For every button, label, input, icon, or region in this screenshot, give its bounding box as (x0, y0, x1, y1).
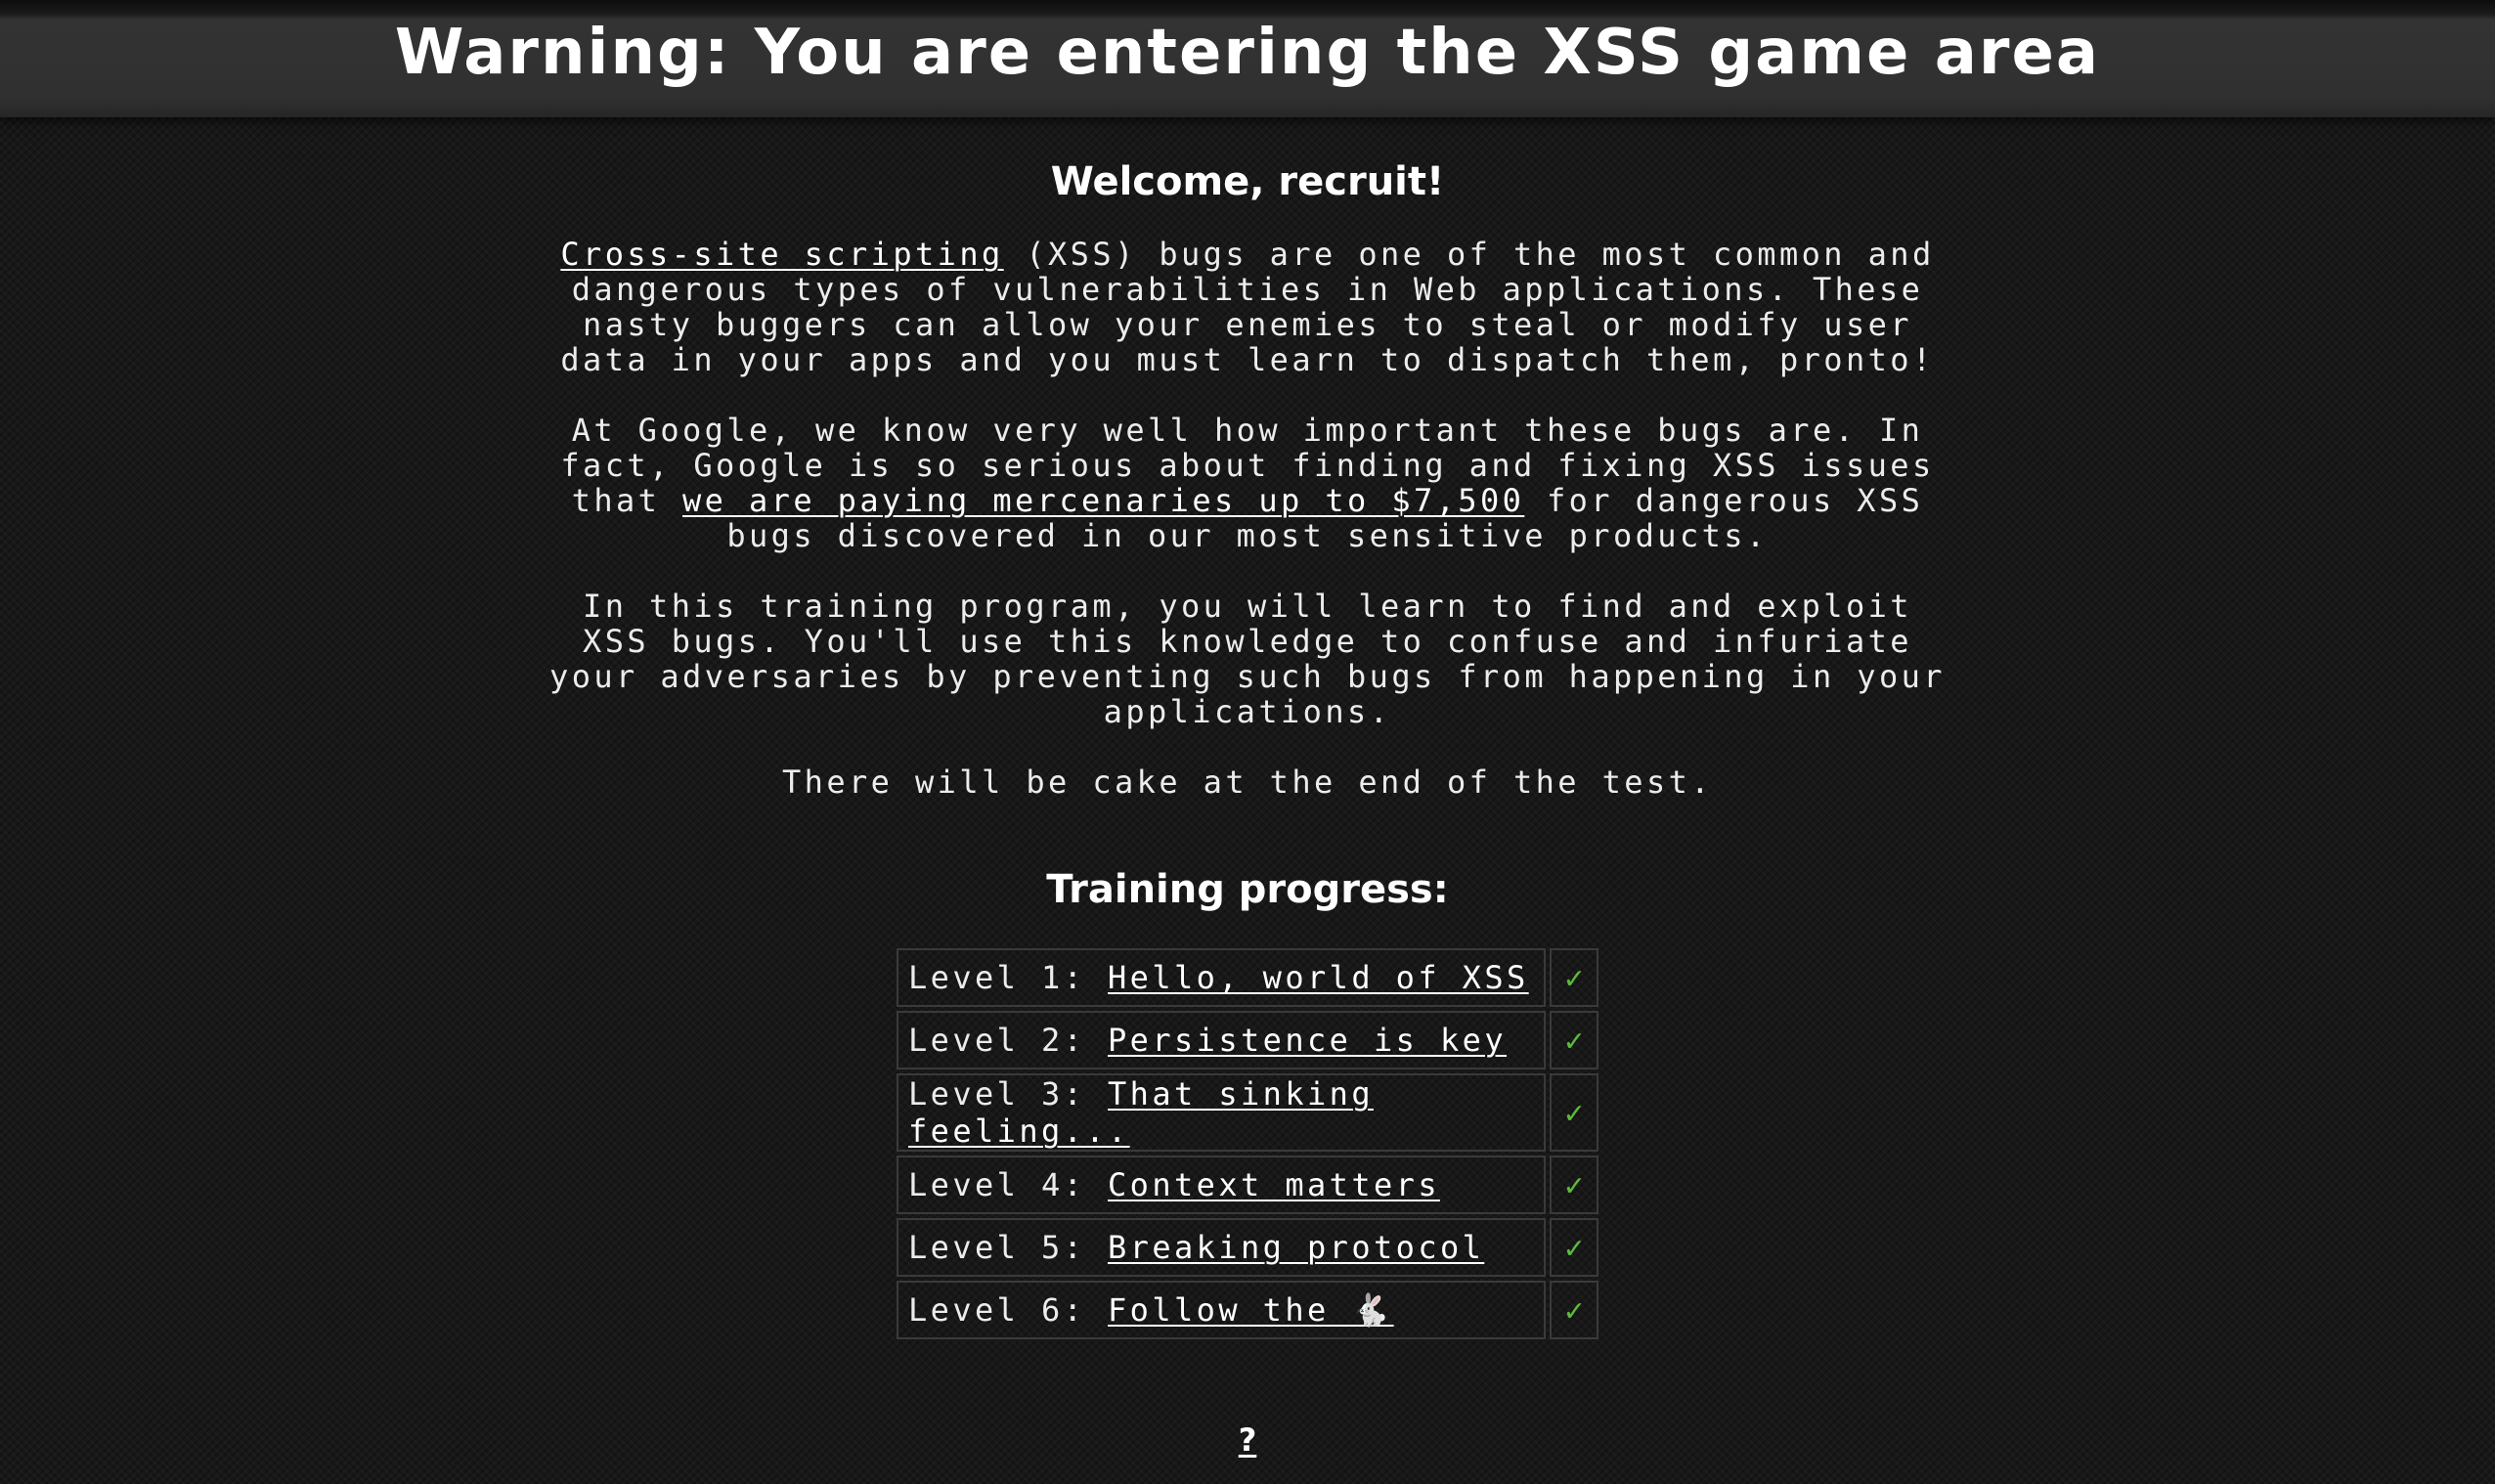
intro-paragraph-4: There will be cake at the end of the tes… (782, 764, 1713, 801)
intro-text: Cross-site scripting (XSS) bugs are one … (539, 237, 1956, 800)
level-prefix: Level 1: (908, 959, 1108, 996)
level-cell: Level 3: That sinking feeling... (897, 1073, 1546, 1152)
intro-paragraph-1: Cross-site scripting (XSS) bugs are one … (539, 237, 1956, 377)
intro-paragraph-2: At Google, we know very well how importa… (539, 413, 1956, 553)
intro-paragraph-3: In this training program, you will learn… (549, 588, 1946, 730)
level-cell: Level 1: Hello, world of XSS (897, 948, 1546, 1007)
main-content: Welcome, recruit! Cross-site scripting (… (0, 117, 2495, 1459)
xss-wiki-link[interactable]: Cross-site scripting (560, 236, 1003, 273)
page-title: Warning: You are entering the XSS game a… (394, 17, 2101, 89)
level-4-link[interactable]: Context matters (1108, 1166, 1440, 1203)
level-prefix: Level 3: (908, 1075, 1108, 1113)
check-icon: ✓ (1550, 1218, 1598, 1277)
level-5-link[interactable]: Breaking protocol (1108, 1229, 1484, 1266)
check-icon: ✓ (1550, 1073, 1598, 1152)
level-prefix: Level 4: (908, 1166, 1108, 1203)
level-row-2: Level 2: Persistence is key ✓ (897, 1011, 1598, 1069)
check-icon: ✓ (1550, 1281, 1598, 1339)
level-prefix: Level 5: (908, 1229, 1108, 1266)
level-cell: Level 4: Context matters (897, 1156, 1546, 1214)
level-6-link[interactable]: Follow the 🐇 (1108, 1291, 1394, 1329)
check-icon: ✓ (1550, 1156, 1598, 1214)
level-row-6: Level 6: Follow the 🐇 ✓ (897, 1281, 1598, 1339)
level-cell: Level 6: Follow the 🐇 (897, 1281, 1546, 1339)
check-icon: ✓ (1550, 948, 1598, 1007)
level-row-4: Level 4: Context matters ✓ (897, 1156, 1598, 1214)
level-1-link[interactable]: Hello, world of XSS (1108, 959, 1529, 996)
level-prefix: Level 6: (908, 1291, 1108, 1329)
level-row-1: Level 1: Hello, world of XSS ✓ (897, 948, 1598, 1007)
level-cell: Level 5: Breaking protocol (897, 1218, 1546, 1277)
level-prefix: Level 2: (908, 1022, 1108, 1059)
welcome-heading: Welcome, recruit! (1050, 159, 1445, 204)
level-cell: Level 2: Persistence is key (897, 1011, 1546, 1069)
help-link[interactable]: ? (1239, 1421, 1257, 1459)
level-2-link[interactable]: Persistence is key (1108, 1022, 1507, 1059)
level-row-3: Level 3: That sinking feeling... ✓ (897, 1073, 1598, 1152)
top-banner: Warning: You are entering the XSS game a… (0, 0, 2495, 117)
reward-program-link[interactable]: we are paying mercenaries up to $7,500 (682, 482, 1524, 519)
progress-heading: Training progress: (1046, 867, 1449, 912)
level-row-5: Level 5: Breaking protocol ✓ (897, 1218, 1598, 1277)
check-icon: ✓ (1550, 1011, 1598, 1069)
levels-table: Level 1: Hello, world of XSS ✓ Level 2: … (893, 944, 1602, 1343)
